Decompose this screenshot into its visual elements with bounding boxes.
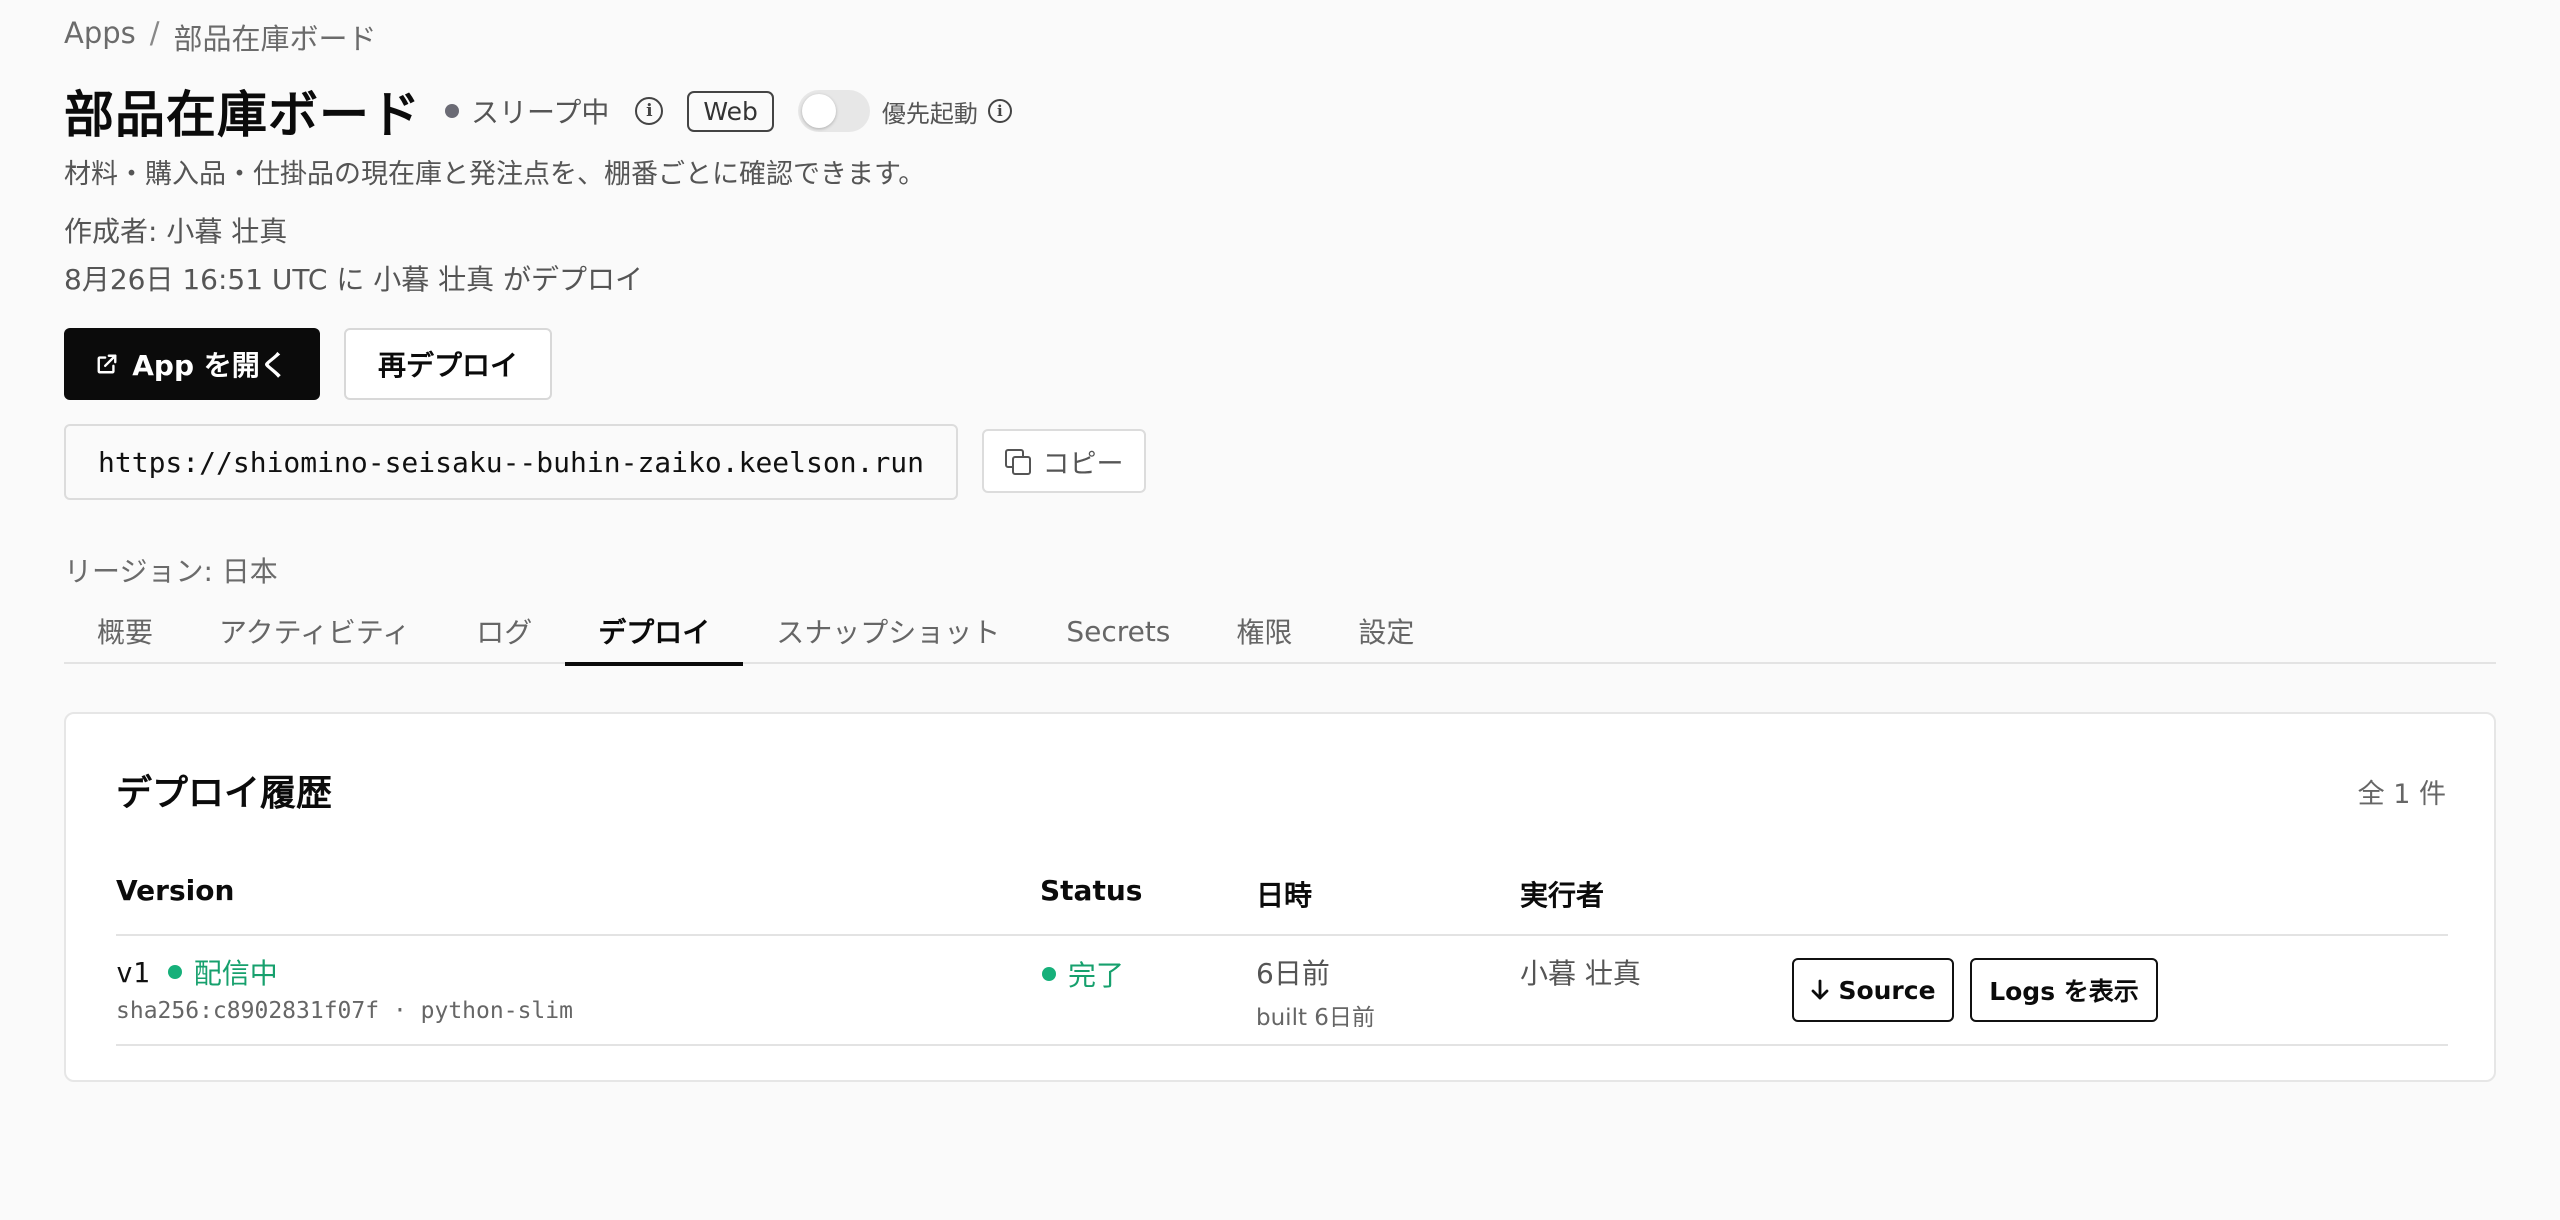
action-buttons: App を開く 再デプロイ xyxy=(64,328,552,400)
source-button[interactable]: Source xyxy=(1792,958,1954,1022)
tab-deploys[interactable]: デプロイ xyxy=(565,598,744,666)
deploy-actor: 小暮 壮真 xyxy=(1520,957,1641,990)
type-badge: Web xyxy=(687,90,774,132)
breadcrumb-apps-link[interactable]: Apps xyxy=(64,16,136,58)
col-status: Status xyxy=(1040,874,1143,907)
external-link-icon xyxy=(97,354,117,374)
table-header: Version Status 日時 実行者 xyxy=(116,864,2448,936)
deploy-history-card: デプロイ履歴 全 1 件 Version Status 日時 実行者 v1 配信… xyxy=(64,712,2496,1082)
deploy-count: 全 1 件 xyxy=(2357,779,2446,810)
sha-digest: sha256:c8902831f07f · python-slim xyxy=(116,998,573,1024)
tab-activity[interactable]: アクティビティ xyxy=(186,598,443,664)
toggle-knob xyxy=(801,94,836,128)
status-text: スリープ中 xyxy=(471,96,610,129)
tab-overview[interactable]: 概要 xyxy=(64,598,186,664)
priority-toggle[interactable] xyxy=(797,90,870,132)
priority-label: 優先起動 xyxy=(881,99,978,128)
priority-info-icon[interactable]: i xyxy=(987,99,1012,123)
status-indicator: スリープ中 xyxy=(445,91,609,131)
success-dot-icon xyxy=(1042,967,1056,981)
copy-icon xyxy=(1004,449,1031,475)
app-author: 作成者: 小暮 壮真 xyxy=(64,215,288,248)
app-detail-page: Apps / 部品在庫ボード 部品在庫ボード スリープ中 i Web 優先起動 … xyxy=(0,0,2560,1220)
copy-url-button[interactable]: コピー xyxy=(982,429,1146,493)
col-date: 日時 xyxy=(1256,879,1313,912)
deploy-date: 6日前 xyxy=(1256,957,1330,990)
status-info-icon[interactable]: i xyxy=(635,97,664,125)
table-row: v1 配信中 sha256:c8902831f07f · python-slim… xyxy=(116,936,2448,1046)
open-app-label: App を開く xyxy=(132,349,288,382)
col-actor: 実行者 xyxy=(1520,879,1605,912)
tab-bar: 概要 アクティビティ ログ デプロイ スナップショット Secrets 権限 設… xyxy=(64,598,2496,666)
col-version: Version xyxy=(116,874,235,907)
open-app-button[interactable]: App を開く xyxy=(64,328,320,400)
deploy-info: 8月26日 16:51 UTC に 小暮 壮真 がデプロイ xyxy=(64,263,644,296)
tab-settings[interactable]: 設定 xyxy=(1325,598,1447,664)
app-description: 材料・購入品・仕掛品の現在庫と発注点を、棚番ごとに確認できます。 xyxy=(64,159,926,190)
region-label: リージョン: 日本 xyxy=(64,555,278,588)
arrow-down-icon xyxy=(1812,979,1829,1000)
breadcrumb-separator: / xyxy=(149,16,160,50)
source-label: Source xyxy=(1838,975,1936,1005)
tab-logs[interactable]: ログ xyxy=(443,598,565,664)
status-cell: 完了 xyxy=(1040,954,1124,994)
tab-snapshots[interactable]: スナップショット xyxy=(743,598,1033,664)
tab-secrets[interactable]: Secrets xyxy=(1033,598,1203,664)
live-status: 配信中 xyxy=(193,957,278,990)
page-title: 部品在庫ボード xyxy=(64,86,421,144)
title-row: 部品在庫ボード スリープ中 i Web 優先起動 i xyxy=(64,78,1012,144)
redeploy-button[interactable]: 再デプロイ xyxy=(344,328,552,400)
breadcrumb: Apps / 部品在庫ボード xyxy=(64,16,377,58)
version-number: v1 xyxy=(116,955,150,989)
app-url-field[interactable]: https://shiomino-seisaku--buhin-zaiko.ke… xyxy=(64,424,958,500)
status-dot-icon xyxy=(445,104,459,118)
deploy-status: 完了 xyxy=(1068,959,1125,992)
breadcrumb-current: 部品在庫ボード xyxy=(173,22,377,56)
tab-permissions[interactable]: 権限 xyxy=(1203,598,1325,664)
build-date: built 6日前 xyxy=(1256,1005,1375,1031)
version-cell: v1 配信中 xyxy=(116,952,278,992)
copy-label: コピー xyxy=(1042,448,1124,479)
view-logs-button[interactable]: Logs を表示 xyxy=(1970,958,2158,1022)
live-dot-icon xyxy=(167,965,182,979)
deploy-history-title: デプロイ履歴 xyxy=(116,773,333,814)
